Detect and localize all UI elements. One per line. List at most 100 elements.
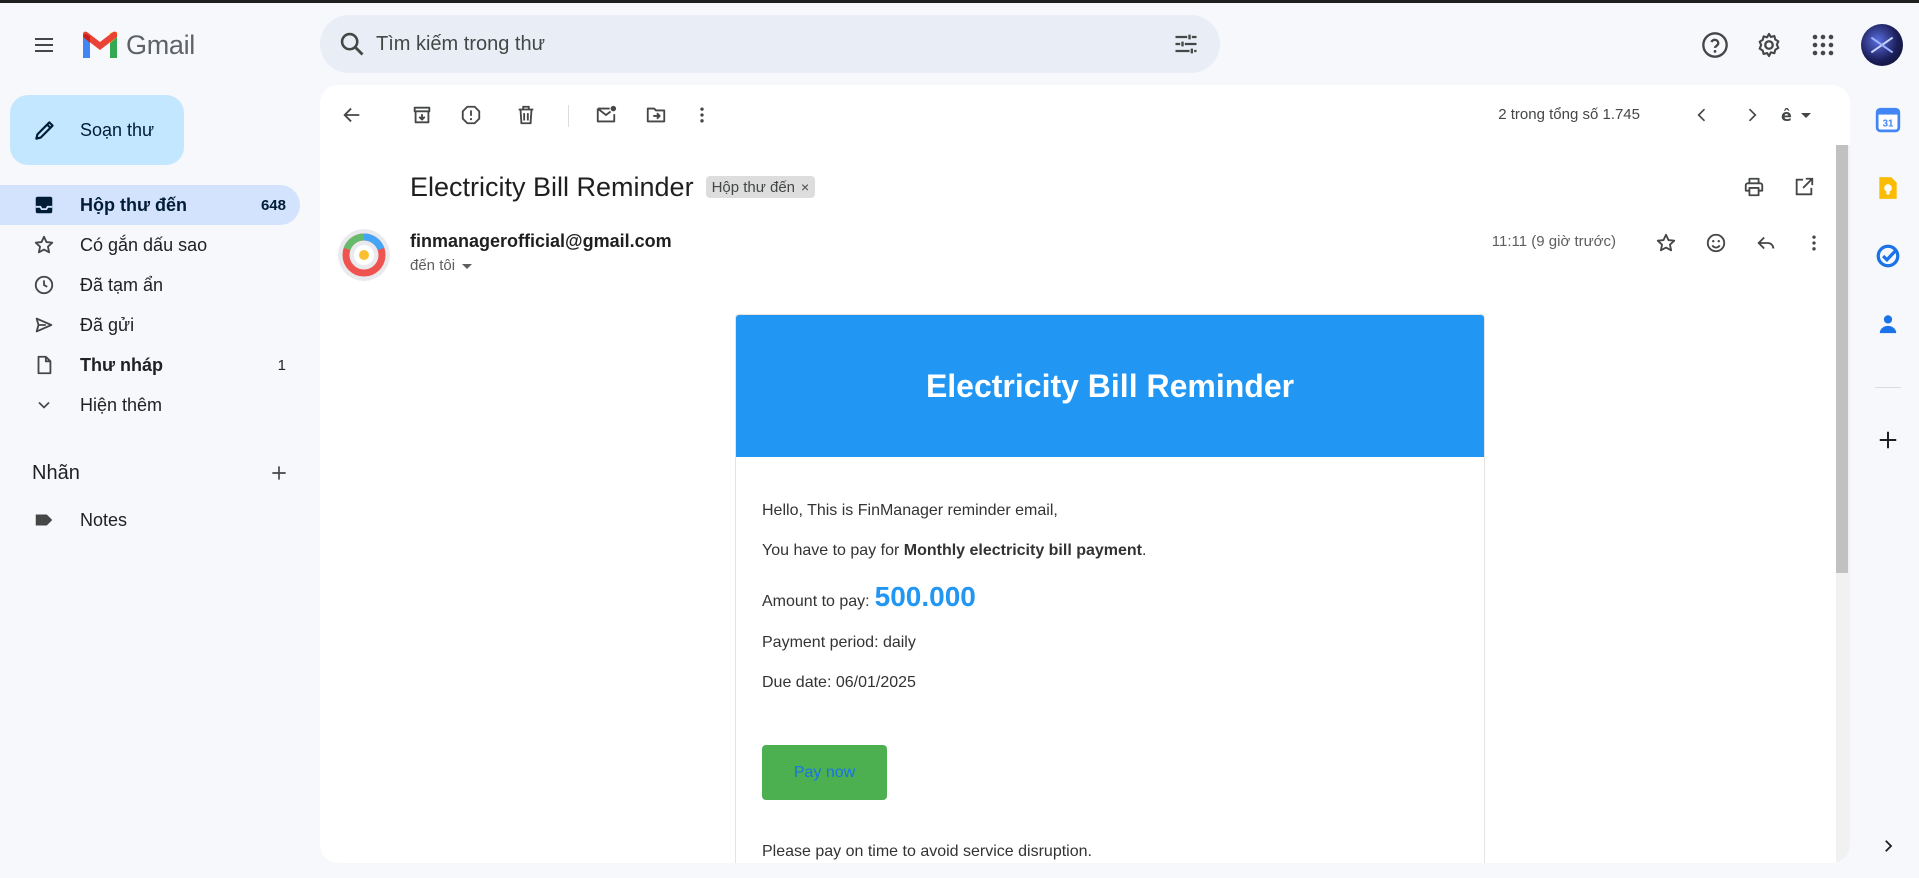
more-actions-button[interactable] (682, 95, 722, 135)
settings-button[interactable] (1749, 25, 1789, 65)
gmail-logo[interactable]: Gmail (80, 25, 195, 65)
reply-button[interactable] (1746, 223, 1786, 263)
gear-icon (1758, 32, 1780, 58)
pay-now-button[interactable]: Pay now (762, 745, 887, 800)
email-header-title: Electricity Bill Reminder (925, 367, 1295, 404)
more-vert-icon (700, 107, 704, 123)
add-reaction-button[interactable] (1696, 223, 1736, 263)
sidebar-item-label-notes[interactable]: Notes (0, 500, 300, 540)
create-label-button[interactable] (264, 458, 294, 488)
email-footer-note: Please pay on time to avoid service disr… (762, 843, 1092, 860)
contacts-app-button[interactable] (1873, 309, 1903, 339)
inbox-label-chip[interactable]: Hộp thư đến × (705, 176, 816, 198)
labels-heading: Nhãn (32, 461, 80, 484)
search-input[interactable] (376, 32, 1172, 56)
report-spam-button[interactable] (451, 95, 491, 135)
svg-text:31: 31 (1883, 119, 1894, 130)
keep-app-button[interactable] (1873, 173, 1903, 203)
label-tag-icon (32, 508, 56, 532)
sidebar-item-label: Có gắn dấu sao (80, 234, 208, 255)
report-icon (461, 105, 481, 125)
labels-section-header: Nhãn (32, 458, 294, 488)
sidebar-item-sent[interactable]: Đã gửi (0, 305, 300, 345)
chevron-right-icon (1748, 108, 1757, 122)
sidebar-item-starred[interactable]: Có gắn dấu sao (0, 225, 300, 265)
mark-unread-button[interactable] (586, 95, 626, 135)
print-icon (1744, 177, 1764, 197)
sidebar-item-drafts[interactable]: Thư nháp 1 (0, 345, 300, 385)
get-addons-button[interactable] (1873, 425, 1903, 455)
sidebar-item-snoozed[interactable]: Đã tạm ẩn (0, 265, 300, 305)
account-avatar[interactable] (1861, 24, 1903, 66)
message-subject: Electricity Bill Reminder (410, 171, 694, 202)
top-bar: Gmail (0, 3, 1919, 83)
sidebar-item-more[interactable]: Hiện thêm (0, 385, 300, 425)
open-new-window-button[interactable] (1784, 167, 1824, 207)
main-menu-button[interactable] (24, 25, 64, 65)
calendar-app-button[interactable]: 31 (1873, 105, 1903, 135)
star-button[interactable] (1646, 223, 1686, 263)
email-body-card: Electricity Bill Reminder Hello, This is… (735, 314, 1485, 863)
sidebar-item-label: Đã tạm ẩn (80, 274, 164, 295)
archive-button[interactable] (402, 95, 442, 135)
plus-icon (1879, 431, 1897, 449)
help-icon (1702, 32, 1728, 58)
unread-count: 648 (260, 196, 286, 214)
sidebar-item-label: Hộp thư đến (80, 194, 188, 215)
draft-icon (32, 353, 56, 377)
scrollbar-thumb[interactable] (1836, 145, 1848, 573)
draft-count: 1 (277, 356, 286, 374)
send-icon (32, 313, 56, 337)
show-side-panel-button[interactable] (1873, 831, 1903, 861)
chevron-down-icon (32, 393, 56, 417)
sidebar-item-label: Đã gửi (80, 314, 135, 335)
finmanager-logo-icon (338, 229, 390, 281)
subject-row: Electricity Bill Reminder Hộp thư đến × (410, 167, 816, 207)
sidebar-item-inbox[interactable]: Hộp thư đến 648 (0, 185, 300, 225)
payment-period: Payment period: daily (762, 634, 916, 651)
calendar-icon: 31 (1875, 107, 1901, 133)
newer-button[interactable] (1682, 95, 1722, 135)
sidebar-nav: Hộp thư đến 648 Có gắn dấu sao Đã tạm ẩn… (0, 185, 300, 425)
back-button[interactable] (332, 95, 372, 135)
older-button[interactable] (1732, 95, 1772, 135)
side-panel-divider (1875, 387, 1901, 388)
pay-suffix: . (1142, 542, 1147, 559)
star-icon (32, 233, 56, 257)
search-options-icon[interactable] (1172, 30, 1200, 58)
search-bar[interactable] (320, 15, 1220, 73)
google-apps-button[interactable] (1803, 25, 1843, 65)
label-chip-text: Hộp thư đến (711, 178, 796, 196)
compose-button[interactable]: Soạn thư (10, 95, 184, 165)
mail-unread-icon (596, 105, 617, 123)
message-more-button[interactable] (1794, 223, 1834, 263)
trash-icon (518, 105, 534, 125)
open-in-new-icon (1795, 177, 1814, 196)
recipient-text: đến tôi (410, 257, 456, 274)
input-tools-icon: ê (1781, 106, 1811, 125)
email-pay-line: You have to pay for Monthly electricity … (762, 541, 1458, 561)
archive-icon (413, 106, 431, 124)
pay-item: Monthly electricity bill payment (903, 542, 1143, 559)
input-tools-button[interactable]: ê (1776, 95, 1820, 135)
message-toolbar: 2 trong tổng số 1.745 ê (320, 85, 1850, 145)
delete-button[interactable] (506, 95, 546, 135)
move-to-button[interactable] (636, 95, 676, 135)
tasks-app-button[interactable] (1873, 241, 1903, 271)
remove-label-button[interactable]: × (801, 179, 809, 195)
sender-email[interactable]: finmanagerofficial@gmail.com (410, 231, 672, 252)
folder-move-icon (646, 107, 666, 123)
sender-avatar[interactable] (338, 229, 390, 281)
pagination-text: 2 trong tổng số 1.745 (1498, 106, 1640, 123)
caret-down-icon (462, 263, 473, 269)
support-button[interactable] (1695, 25, 1735, 65)
email-header-banner: Electricity Bill Reminder (736, 315, 1484, 457)
print-button[interactable] (1734, 167, 1774, 207)
message-panel: 2 trong tổng số 1.745 ê Electricity Bill… (320, 85, 1850, 863)
recipient-details-toggle[interactable]: đến tôi (410, 257, 473, 274)
apps-grid-icon (1812, 34, 1834, 56)
search-icon[interactable] (338, 30, 366, 58)
inbox-icon (32, 193, 56, 217)
keep-icon (1879, 177, 1897, 199)
email-greeting: Hello, This is FinManager reminder email… (762, 502, 1058, 519)
